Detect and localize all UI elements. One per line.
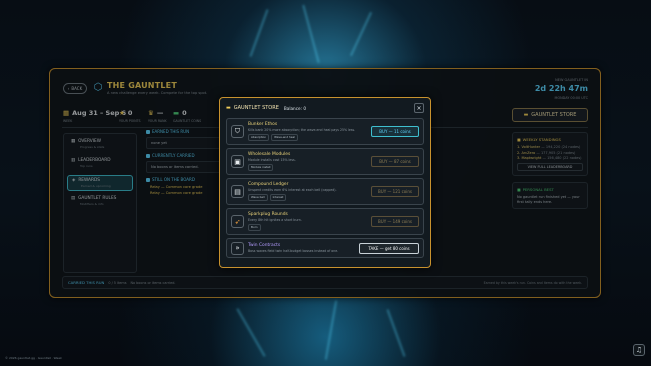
store-item-name: Sparkplug Rounds <box>248 212 288 218</box>
chip-icon: ▣ <box>231 155 244 168</box>
bg-glow-vein <box>386 309 406 357</box>
music-note-icon: ♫ <box>635 346 643 354</box>
store-item-name: Bunker Ethos <box>248 122 278 128</box>
bg-glow-vein <box>236 308 266 357</box>
bg-glow-vein <box>349 11 373 57</box>
store-item-tag: Wave bell <box>248 193 268 201</box>
gauntlet-store-modal: ▬ GAUNTLET STORE Balance: 0 × ⛉ Bunker E… <box>219 97 431 268</box>
buy-button[interactable]: BUY — 11 coins <box>371 126 419 137</box>
store-item-tag: Module install <box>248 163 274 171</box>
take-button[interactable]: TAKE — get 80 coins <box>359 242 419 254</box>
bg-glow-vein <box>324 300 338 360</box>
close-icon: × <box>416 104 422 112</box>
store-item: ▤ Compound Ledger Unspent credits earn 6… <box>226 178 424 205</box>
close-button[interactable]: × <box>414 103 424 113</box>
buy-button[interactable]: BUY — 149 coins <box>371 216 419 227</box>
store-item: ⛉ Bunker Ethos Kills bank 20% more absor… <box>226 118 424 145</box>
store-item-name: Twin Contracts <box>248 243 281 248</box>
modal-balance: Balance: 0 <box>283 105 306 111</box>
store-item-list: ⛉ Bunker Ethos Kills bank 20% more absor… <box>226 118 424 258</box>
modal-title: GAUNTLET STORE <box>233 105 279 111</box>
bg-glow-vein <box>302 4 320 64</box>
store-item-tag: Burn <box>248 223 261 231</box>
modal-header: ▬ GAUNTLET STORE Balance: 0 × <box>226 103 424 113</box>
store-item-desc: Module installs cost 15% less. <box>248 158 296 163</box>
music-toggle-button[interactable]: ♫ <box>633 344 645 356</box>
store-item-desc: Unspent credits earn 6% interest at each… <box>248 188 337 193</box>
store-item: ▣ Wholesale Modules Module installs cost… <box>226 148 424 175</box>
buy-button[interactable]: BUY — 87 coins <box>371 156 419 167</box>
store-item-name: Wholesale Modules <box>248 152 291 158</box>
store-item: ➶ Sparkplug Rounds Every 8th hit ignites… <box>226 208 424 235</box>
bg-glow-vein <box>249 9 269 57</box>
store-item-desc: Every 8th hit ignites a short burn. <box>248 218 302 223</box>
store-item: » Twin Contracts Boss waves field twin h… <box>226 238 424 258</box>
chevrons-icon: » <box>231 241 244 255</box>
store-item-tag: Interest <box>269 193 287 201</box>
ledger-icon: ▤ <box>231 185 244 198</box>
copyright-text: © 2026 gauntlet.gg · Gauntlet · Week <box>5 356 62 360</box>
store-item-tag: Wave-end heal <box>271 133 298 141</box>
store-item-tag: Absorption <box>248 133 270 141</box>
shield-icon: ⛉ <box>231 125 244 138</box>
store-item-name: Compound Ledger <box>248 182 289 188</box>
store-item-desc: Kills bank 20% more absorption; the wave… <box>248 128 356 133</box>
rocket-icon: ➶ <box>231 215 244 228</box>
store-item-desc: Boss waves field twin half-budget bosses… <box>248 249 339 253</box>
coins-icon: ▬ <box>226 105 231 111</box>
buy-button[interactable]: BUY — 121 coins <box>371 186 419 197</box>
